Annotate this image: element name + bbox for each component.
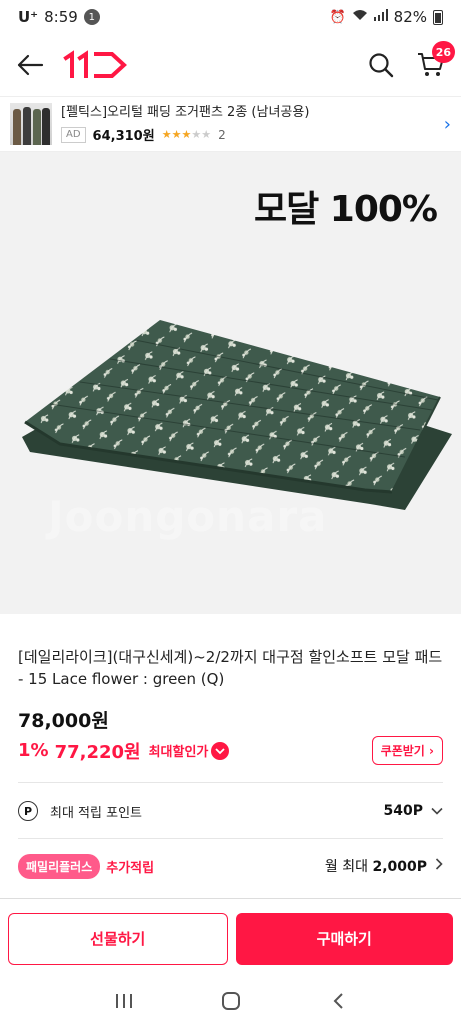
family-plus-badge: 패밀리플러스	[18, 853, 101, 879]
ad-banner[interactable]: [펠틱스]오리털 패딩 조거팬츠 2종 (남녀공용) AD 64,310원 ★★…	[0, 96, 461, 152]
family-value-amount: 2,000P	[372, 859, 427, 875]
alarm-icon: ⏰	[329, 9, 346, 25]
recent-apps-button[interactable]	[104, 986, 144, 1016]
sale-price-row: 1% 77,220원 최대할인가 쿠폰받기 ›	[18, 736, 443, 765]
11st-logo-icon	[63, 50, 127, 78]
home-icon	[221, 992, 240, 1010]
cart-count-badge: 26	[431, 41, 455, 63]
point-icon: P	[18, 801, 38, 821]
ad-title: [펠틱스]오리털 패딩 조거팬츠 2종 (남녀공용)	[61, 105, 310, 120]
signal-icon	[373, 9, 388, 25]
points-row[interactable]: P 최대 적립 포인트 540P	[18, 796, 443, 826]
family-plus-row[interactable]: 패밀리플러스 추가적립 월 최대 2,000P	[18, 852, 443, 880]
star-empty-icon: ★	[191, 128, 202, 141]
product-title: [데일리라이크](대구신세계)~2/2까지 대구점 할인소프트 모달 패드 - …	[18, 648, 443, 688]
status-right: ⏰ 82%	[329, 8, 443, 26]
discount-rate: 1%	[18, 740, 49, 761]
system-nav-bar	[0, 978, 461, 1024]
family-value: 월 최대 2,000P	[325, 856, 427, 876]
ad-thumbnail	[10, 103, 52, 145]
divider	[18, 838, 443, 839]
search-button[interactable]	[365, 49, 397, 81]
back-arrow-icon	[17, 54, 44, 76]
chevron-right-icon: ›	[429, 744, 434, 758]
points-label: 최대 적립 포인트	[50, 805, 142, 821]
bottom-action-bar: 선물하기 구매하기	[0, 898, 461, 978]
app-bar: 26	[0, 34, 461, 96]
chevron-down-icon	[431, 804, 443, 819]
star-filled-icon: ★	[161, 128, 172, 141]
ad-meta: AD 64,310원 ★★★★★ 2	[61, 125, 444, 144]
star-empty-icon: ★	[201, 128, 212, 141]
cart-button[interactable]: 26	[415, 41, 455, 81]
chevron-right-icon: ›	[443, 113, 451, 135]
buy-button[interactable]: 구매하기	[235, 912, 453, 965]
wifi-icon	[352, 9, 368, 25]
quilted-mat-illustration	[22, 320, 452, 510]
divider	[18, 782, 443, 783]
max-discount-button[interactable]: 최대할인가	[149, 741, 230, 760]
max-discount-label: 최대할인가	[148, 745, 209, 760]
app-bar-actions: 26	[365, 41, 455, 81]
search-icon	[369, 53, 394, 78]
family-extra-label: 추가적립	[106, 860, 155, 876]
family-value-prefix: 월 최대	[324, 859, 368, 875]
rating-stars: ★★★★★	[162, 128, 211, 141]
coupon-label: 쿠폰받기	[380, 744, 425, 758]
system-back-button[interactable]	[318, 986, 358, 1016]
ad-badge: AD	[61, 126, 86, 143]
review-count: 2	[218, 127, 226, 142]
coupon-button[interactable]: 쿠폰받기 ›	[371, 736, 443, 765]
battery-percent: 82%	[393, 8, 427, 26]
watermark-text: Joongonara	[48, 492, 328, 541]
recent-apps-icon	[115, 994, 132, 1008]
star-filled-icon: ★	[181, 128, 192, 141]
brand-logo[interactable]	[62, 48, 128, 82]
chevron-right-icon	[435, 858, 443, 874]
gift-button[interactable]: 선물하기	[8, 912, 228, 965]
carrier-label: U⁺	[18, 8, 39, 26]
star-filled-icon: ★	[171, 128, 182, 141]
sale-price: 77,220원	[54, 741, 141, 763]
notification-count-badge: 1	[83, 9, 100, 25]
status-time: 8:59	[44, 8, 78, 26]
original-price: 78,000원	[18, 710, 109, 732]
points-value: 540P	[383, 803, 423, 819]
status-bar: U⁺ 8:59 1 ⏰ 82%	[0, 0, 461, 34]
product-image[interactable]: 모달 100% Joongonara	[0, 152, 461, 614]
ad-price: 64,310원	[92, 129, 155, 144]
home-button[interactable]	[211, 986, 251, 1016]
status-left: U⁺ 8:59 1	[18, 8, 100, 26]
back-button[interactable]	[14, 49, 46, 81]
chevron-left-icon	[333, 993, 343, 1009]
battery-icon	[433, 9, 443, 25]
ad-info: [펠틱스]오리털 패딩 조거팬츠 2종 (남녀공용) AD 64,310원 ★★…	[61, 104, 444, 144]
chevron-down-icon	[211, 741, 230, 760]
